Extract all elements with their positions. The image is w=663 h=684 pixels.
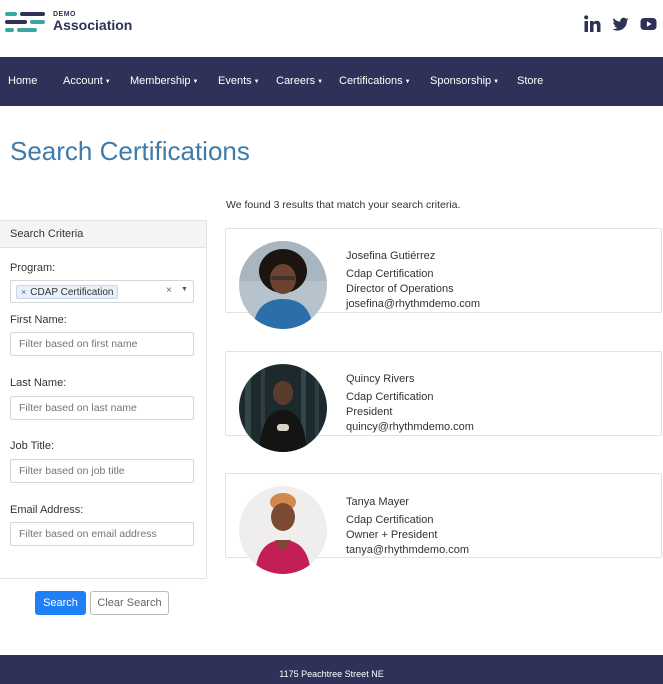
- person-job-title: Director of Operations: [346, 283, 454, 295]
- nav-events[interactable]: Events ▼: [218, 57, 260, 106]
- caret-down-icon: ▼: [317, 79, 324, 85]
- person-email[interactable]: tanya@rhythmdemo.com: [346, 544, 469, 556]
- remove-tag-icon[interactable]: ×: [21, 287, 26, 297]
- caret-down-icon: ▼: [253, 79, 260, 85]
- person-email[interactable]: quincy@rhythmdemo.com: [346, 421, 474, 433]
- person-job-title: Owner + President: [346, 529, 438, 541]
- main-nav: Home Account ▼ Membership ▼ Events ▼ Career…: [0, 57, 663, 106]
- caret-down-icon: ▼: [404, 79, 411, 85]
- nav-certifications-label: Certifications: [339, 75, 403, 87]
- nav-sponsorship-label: Sponsorship: [430, 75, 492, 87]
- brand-name[interactable]: Association: [53, 17, 132, 33]
- last-name-label: Last Name:: [10, 377, 67, 389]
- result-card[interactable]: Tanya Mayer Cdap Certification Owner + P…: [225, 473, 662, 574]
- footer-address: 1175 Peachtree Street NE: [279, 669, 384, 679]
- program-select[interactable]: × CDAP Certification × ▼: [10, 280, 194, 303]
- result-card[interactable]: Josefina Gutiérrez Cdap Certification Di…: [225, 228, 662, 329]
- avatar: [239, 486, 327, 574]
- person-certification: Cdap Certification: [346, 514, 434, 526]
- email-address-input[interactable]: [10, 522, 194, 546]
- linkedin-icon[interactable]: [584, 15, 601, 33]
- person-job-title: President: [346, 406, 393, 418]
- site-header: DEMO Association: [0, 0, 663, 57]
- nav-account[interactable]: Account ▼: [63, 57, 111, 106]
- caret-down-icon: ▼: [493, 79, 500, 85]
- search-criteria-heading: Search Criteria: [0, 221, 206, 248]
- caret-down-icon: ▼: [104, 79, 111, 85]
- page-title: Search Certifications: [10, 136, 250, 166]
- nav-home-label: Home: [8, 75, 38, 87]
- job-title-label: Job Title:: [10, 440, 55, 452]
- job-title-input[interactable]: [10, 459, 194, 483]
- person-certification: Cdap Certification: [346, 268, 434, 280]
- results-summary: We found 3 results that match your searc…: [226, 199, 461, 211]
- chevron-down-icon[interactable]: ▼: [181, 286, 188, 293]
- association-logo-icon[interactable]: [5, 10, 45, 34]
- nav-store[interactable]: Store: [517, 57, 543, 106]
- last-name-input[interactable]: [10, 396, 194, 420]
- nav-membership-label: Membership: [130, 75, 191, 87]
- nav-careers-label: Careers: [276, 75, 316, 87]
- youtube-icon[interactable]: [640, 15, 657, 33]
- program-tag-label: CDAP Certification: [30, 287, 114, 298]
- nav-sponsorship[interactable]: Sponsorship ▼: [430, 57, 499, 106]
- person-email[interactable]: josefina@rhythmdemo.com: [346, 298, 480, 310]
- nav-store-label: Store: [517, 75, 544, 87]
- nav-membership[interactable]: Membership ▼: [130, 57, 198, 106]
- twitter-icon[interactable]: [612, 15, 629, 33]
- clear-selection-icon[interactable]: ×: [166, 285, 172, 296]
- first-name-input[interactable]: [10, 332, 194, 356]
- caret-down-icon: ▼: [192, 79, 199, 85]
- program-label: Program:: [10, 262, 56, 274]
- person-name[interactable]: Josefina Gutiérrez: [346, 250, 435, 262]
- person-certification: Cdap Certification: [346, 391, 434, 403]
- result-card[interactable]: Quincy Rivers Cdap Certification Preside…: [225, 351, 662, 452]
- person-name[interactable]: Tanya Mayer: [346, 496, 409, 508]
- site-footer: 1175 Peachtree Street NE: [0, 655, 663, 684]
- search-button[interactable]: Search: [35, 591, 86, 615]
- first-name-label: First Name:: [10, 314, 67, 326]
- clear-search-button[interactable]: Clear Search: [90, 591, 169, 615]
- avatar: [239, 364, 327, 452]
- nav-careers[interactable]: Careers ▼: [276, 57, 323, 106]
- nav-events-label: Events: [218, 75, 252, 87]
- program-tag[interactable]: × CDAP Certification: [16, 285, 119, 299]
- nav-certifications[interactable]: Certifications ▼: [339, 57, 411, 106]
- avatar: [239, 241, 327, 329]
- nav-account-label: Account: [63, 75, 103, 87]
- person-name[interactable]: Quincy Rivers: [346, 373, 414, 385]
- search-criteria-panel: Search Criteria Program: × CDAP Certifica…: [0, 220, 207, 579]
- email-address-label: Email Address:: [10, 504, 84, 516]
- nav-home[interactable]: Home: [8, 57, 37, 106]
